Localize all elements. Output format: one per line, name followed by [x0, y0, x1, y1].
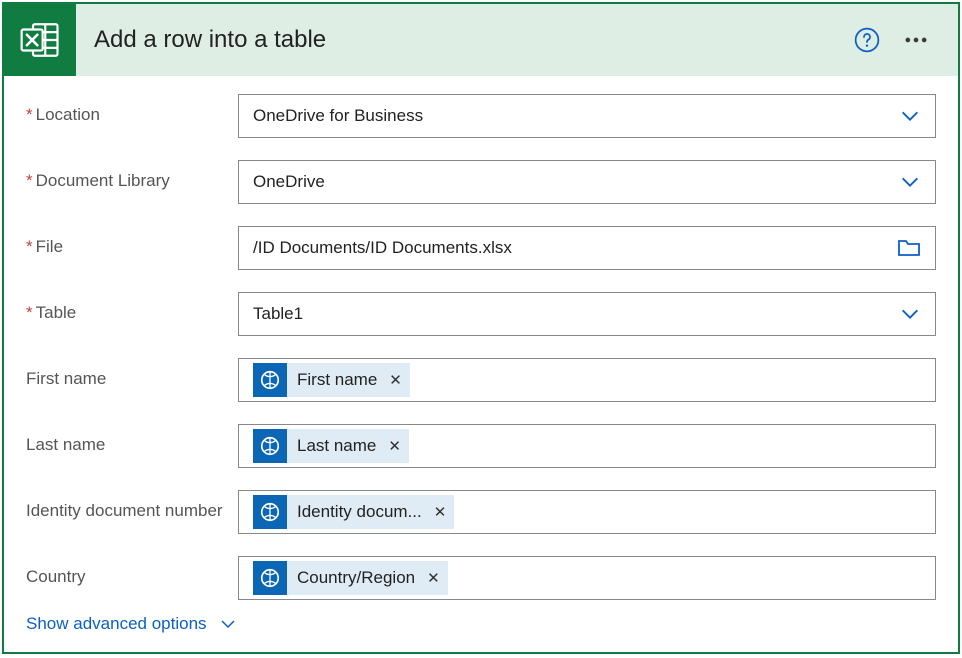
row-id-number: Identity document number Identity docum.…: [26, 490, 936, 534]
token-label: Country/Region: [297, 568, 415, 588]
overflow-button[interactable]: [902, 26, 930, 54]
ai-builder-icon: [253, 495, 287, 529]
value-file: /ID Documents/ID Documents.xlsx: [253, 238, 897, 258]
label-file: File: [26, 226, 238, 259]
row-first-name: First name First name ✕: [26, 358, 936, 402]
card-title: Add a row into a table: [76, 26, 854, 54]
excel-icon: [4, 4, 76, 76]
row-library: Document Library OneDrive: [26, 160, 936, 204]
label-library: Document Library: [26, 160, 238, 193]
input-id-number[interactable]: Identity docum... ✕: [238, 490, 936, 534]
input-first-name[interactable]: First name ✕: [238, 358, 936, 402]
help-button[interactable]: [854, 27, 880, 53]
select-table[interactable]: Table1: [238, 292, 936, 336]
token-remove-button[interactable]: ✕: [432, 503, 447, 521]
label-last-name: Last name: [26, 424, 238, 457]
advanced-label: Show advanced options: [26, 614, 207, 634]
token-remove-button[interactable]: ✕: [386, 437, 401, 455]
ai-builder-icon: [253, 561, 287, 595]
action-card: Add a row into a table Location: [2, 2, 960, 654]
token-remove-button[interactable]: ✕: [387, 371, 402, 389]
chevron-down-icon: [219, 615, 237, 633]
show-advanced-options[interactable]: Show advanced options: [26, 614, 237, 634]
file-picker[interactable]: /ID Documents/ID Documents.xlsx: [238, 226, 936, 270]
label-id-number: Identity document number: [26, 490, 238, 523]
help-icon: [854, 27, 880, 53]
input-country[interactable]: Country/Region ✕: [238, 556, 936, 600]
select-library[interactable]: OneDrive: [238, 160, 936, 204]
row-last-name: Last name Last name ✕: [26, 424, 936, 468]
value-location: OneDrive for Business: [253, 106, 899, 126]
label-first-name: First name: [26, 358, 238, 391]
chevron-down-icon: [899, 105, 921, 127]
form-body: Location OneDrive for Business Document …: [4, 76, 958, 600]
ai-builder-icon: [253, 429, 287, 463]
row-country: Country Country/Region ✕: [26, 556, 936, 600]
row-table: Table Table1: [26, 292, 936, 336]
header-actions: [854, 26, 958, 54]
label-country: Country: [26, 556, 238, 589]
token-id-number[interactable]: Identity docum... ✕: [253, 495, 454, 529]
value-library: OneDrive: [253, 172, 899, 192]
footer: Show advanced options: [4, 600, 958, 656]
ellipsis-icon: [902, 26, 930, 54]
folder-icon: [897, 238, 921, 258]
token-first-name[interactable]: First name ✕: [253, 363, 410, 397]
chevron-down-icon: [899, 303, 921, 325]
select-location[interactable]: OneDrive for Business: [238, 94, 936, 138]
label-table: Table: [26, 292, 238, 325]
token-country[interactable]: Country/Region ✕: [253, 561, 448, 595]
token-label: Identity docum...: [297, 502, 422, 522]
card-header: Add a row into a table: [4, 4, 958, 76]
token-remove-button[interactable]: ✕: [425, 569, 440, 587]
row-location: Location OneDrive for Business: [26, 94, 936, 138]
token-label: First name: [297, 370, 377, 390]
ai-builder-icon: [253, 363, 287, 397]
chevron-down-icon: [899, 171, 921, 193]
input-last-name[interactable]: Last name ✕: [238, 424, 936, 468]
value-table: Table1: [253, 304, 899, 324]
token-label: Last name: [297, 436, 376, 456]
row-file: File /ID Documents/ID Documents.xlsx: [26, 226, 936, 270]
label-location: Location: [26, 94, 238, 127]
token-last-name[interactable]: Last name ✕: [253, 429, 409, 463]
